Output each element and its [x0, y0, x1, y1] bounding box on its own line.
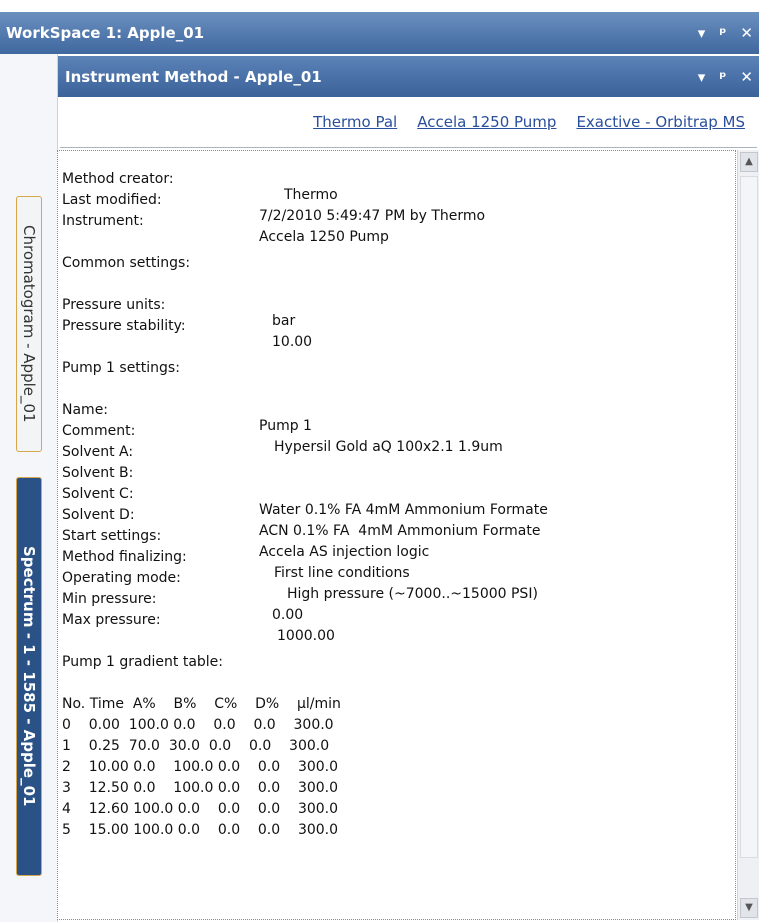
row-start: Start settings: Accela AS injection logi…	[62, 512, 429, 560]
row-comment: Comment: Hypersil Gold aQ 100x2.1 1.9um	[62, 407, 503, 455]
pin-icon[interactable]: ᵖ	[719, 68, 726, 86]
method-report-text: Method creator: Thermo Last modified: 7/…	[62, 155, 548, 838]
row-modified: Last modified: 7/2/2010 5:49:47 PM by Th…	[62, 176, 485, 224]
link-exactive-orbitrap[interactable]: Exactive - Orbitrap MS	[576, 113, 745, 131]
row-solvent-b: Solvent B:	[62, 449, 133, 481]
value-solvent-c: Water 0.1% FA 4mM Ammonium Formate	[259, 502, 548, 518]
value-creator: Thermo	[284, 187, 338, 203]
dropdown-icon[interactable]: ▾	[698, 68, 706, 86]
workspace-window-controls: ▾ ᵖ ✕	[684, 12, 753, 54]
heading-pump: Pump 1 settings:	[62, 344, 180, 376]
link-thermo-pal[interactable]: Thermo Pal	[313, 113, 397, 131]
gradient-row: 0 0.00 100.0 0.0 0.0 0.0 300.0	[62, 701, 334, 733]
value-modified: 7/2/2010 5:49:47 PM by Thermo	[259, 208, 486, 224]
gradient-row-5: 5 15.00 100.0 0.0 0.0 0.0 300.0	[62, 822, 339, 838]
workspace-title-bar: WorkSpace 1: Apple_01 ▾ ᵖ ✕	[0, 12, 759, 54]
link-accela-pump[interactable]: Accela 1250 Pump	[417, 113, 556, 131]
gradient-row: 2 10.00 0.0 100.0 0.0 0.0 300.0	[62, 743, 338, 775]
row-min-pressure: Min pressure: 0.00	[62, 575, 303, 623]
tab-chromatogram[interactable]: Chromatogram - Apple_01	[16, 196, 42, 452]
gradient-header: No. Time A% B% C% D% µl/min	[62, 696, 341, 712]
gradient-row: 1 0.25 70.0 30.0 0.0 0.0 300.0	[62, 722, 329, 754]
gradient-row: 5 15.00 100.0 0.0 0.0 0.0 300.0	[62, 806, 338, 838]
gradient-row-3: 3 12.50 0.0 100.0 0.0 0.0 300.0	[62, 780, 339, 796]
row-mode: Operating mode: High pressure (~7000..~1…	[62, 554, 538, 602]
dropdown-icon[interactable]: ▾	[698, 24, 706, 42]
value-mode: High pressure (~7000..~15000 PSI)	[287, 586, 538, 602]
value-pressure-stability: 10.00	[272, 334, 313, 350]
pin-icon[interactable]: ᵖ	[719, 24, 726, 42]
gradient-row: 3 12.50 0.0 100.0 0.0 0.0 300.0	[62, 764, 338, 796]
tab-spectrum-label: Spectrum - 1 - 1585 - Apple_01	[20, 546, 38, 807]
row-solvent-d: Solvent D: ACN 0.1% FA 4mM Ammonium Form…	[62, 491, 540, 539]
gradient-row: 4 12.60 100.0 0.0 0.0 0.0 300.0	[62, 785, 338, 817]
instrument-links-bar: Thermo Pal Accela 1250 Pump Exactive - O…	[60, 97, 757, 148]
value-pressure-units: bar	[272, 313, 296, 329]
row-finalizing: Method finalizing: First line conditions	[62, 533, 410, 581]
scroll-down-icon[interactable]: ▼	[740, 898, 758, 918]
heading-common: Common settings:	[62, 239, 190, 271]
gradient-row-0: 0 0.00 100.0 0.0 0.0 0.0 300.0	[62, 717, 334, 733]
side-tab-panel: Chromatogram - Apple_01 Spectrum - 1 - 1…	[0, 54, 58, 922]
value-start: Accela AS injection logic	[259, 544, 430, 560]
scroll-up-icon[interactable]: ▲	[740, 152, 758, 172]
gradient-row-2: 2 10.00 0.0 100.0 0.0 0.0 300.0	[62, 759, 339, 775]
value-name: Pump 1	[259, 418, 312, 434]
gradient-row-4: 4 12.60 100.0 0.0 0.0 0.0 300.0	[62, 801, 339, 817]
scroll-thumb[interactable]	[740, 176, 758, 858]
row-solvent-a: Solvent A:	[62, 428, 133, 460]
row-name: Name: Pump 1	[62, 386, 312, 434]
value-finalizing: First line conditions	[274, 565, 410, 581]
value-instrument: Accela 1250 Pump	[259, 229, 389, 245]
method-window-title: Instrument Method - Apple_01	[65, 67, 322, 86]
heading-gradient: Pump 1 gradient table:	[62, 638, 223, 670]
workspace-title: WorkSpace 1: Apple_01	[6, 24, 205, 42]
method-title-bar: Instrument Method - Apple_01 ▾ ᵖ ✕	[58, 56, 759, 97]
row-instrument: Instrument: Accela 1250 Pump	[62, 197, 389, 245]
vertical-scrollbar[interactable]: ▲ ▼	[737, 150, 759, 920]
row-max-pressure: Max pressure: 1000.00	[62, 596, 335, 644]
value-max-pressure: 1000.00	[277, 628, 335, 644]
gradient-header-row: No. Time A% B% C% D% µl/min	[62, 680, 341, 712]
gradient-row-1: 1 0.25 70.0 30.0 0.0 0.0 300.0	[62, 738, 330, 754]
method-report-pane[interactable]: Method creator: Thermo Last modified: 7/…	[57, 150, 736, 920]
value-comment: Hypersil Gold aQ 100x2.1 1.9um	[274, 439, 503, 455]
row-solvent-c: Solvent C: Water 0.1% FA 4mM Ammonium Fo…	[62, 470, 548, 518]
close-icon[interactable]: ✕	[740, 68, 753, 86]
value-min-pressure: 0.00	[272, 607, 304, 623]
value-solvent-d: ACN 0.1% FA 4mM Ammonium Formate	[259, 523, 541, 539]
row-pressure-units: Pressure units: bar	[62, 281, 295, 329]
tab-chromatogram-label: Chromatogram - Apple_01	[20, 225, 38, 423]
close-icon[interactable]: ✕	[740, 24, 753, 42]
tab-spectrum[interactable]: Spectrum - 1 - 1585 - Apple_01	[16, 477, 42, 876]
row-creator: Method creator: Thermo	[62, 155, 338, 203]
row-pressure-stability: Pressure stability: 10.00	[62, 302, 312, 350]
method-window-controls: ▾ ᵖ ✕	[684, 56, 753, 97]
